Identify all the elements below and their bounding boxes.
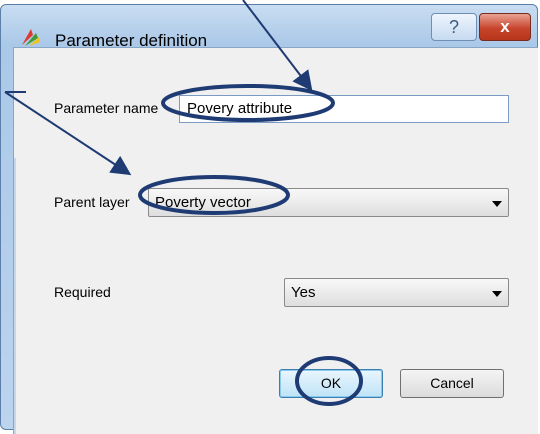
parameter-name-label: Parameter name bbox=[54, 100, 159, 116]
dropdown-arrow-icon bbox=[492, 291, 502, 297]
left-border-strip bbox=[14, 158, 16, 434]
required-select[interactable]: Yes bbox=[284, 278, 509, 307]
required-value: Yes bbox=[291, 284, 316, 301]
parent-layer-label: Parent layer bbox=[54, 194, 130, 210]
parent-layer-value: Poverty vector bbox=[155, 194, 251, 211]
dialog-body: Parameter name Povery attribute Parent l… bbox=[13, 47, 538, 434]
dropdown-arrow-icon bbox=[492, 201, 502, 207]
dialog-window: Parameter definition ? x Parameter name … bbox=[0, 4, 538, 434]
cancel-button[interactable]: Cancel bbox=[400, 369, 504, 398]
parameter-name-input[interactable]: Povery attribute bbox=[179, 95, 509, 123]
ok-button[interactable]: OK bbox=[279, 369, 383, 398]
required-label: Required bbox=[54, 284, 111, 300]
parent-layer-select[interactable]: Poverty vector bbox=[148, 188, 509, 217]
app-icon bbox=[22, 29, 40, 46]
help-icon[interactable]: ? bbox=[431, 13, 477, 41]
close-icon[interactable]: x bbox=[479, 13, 531, 41]
